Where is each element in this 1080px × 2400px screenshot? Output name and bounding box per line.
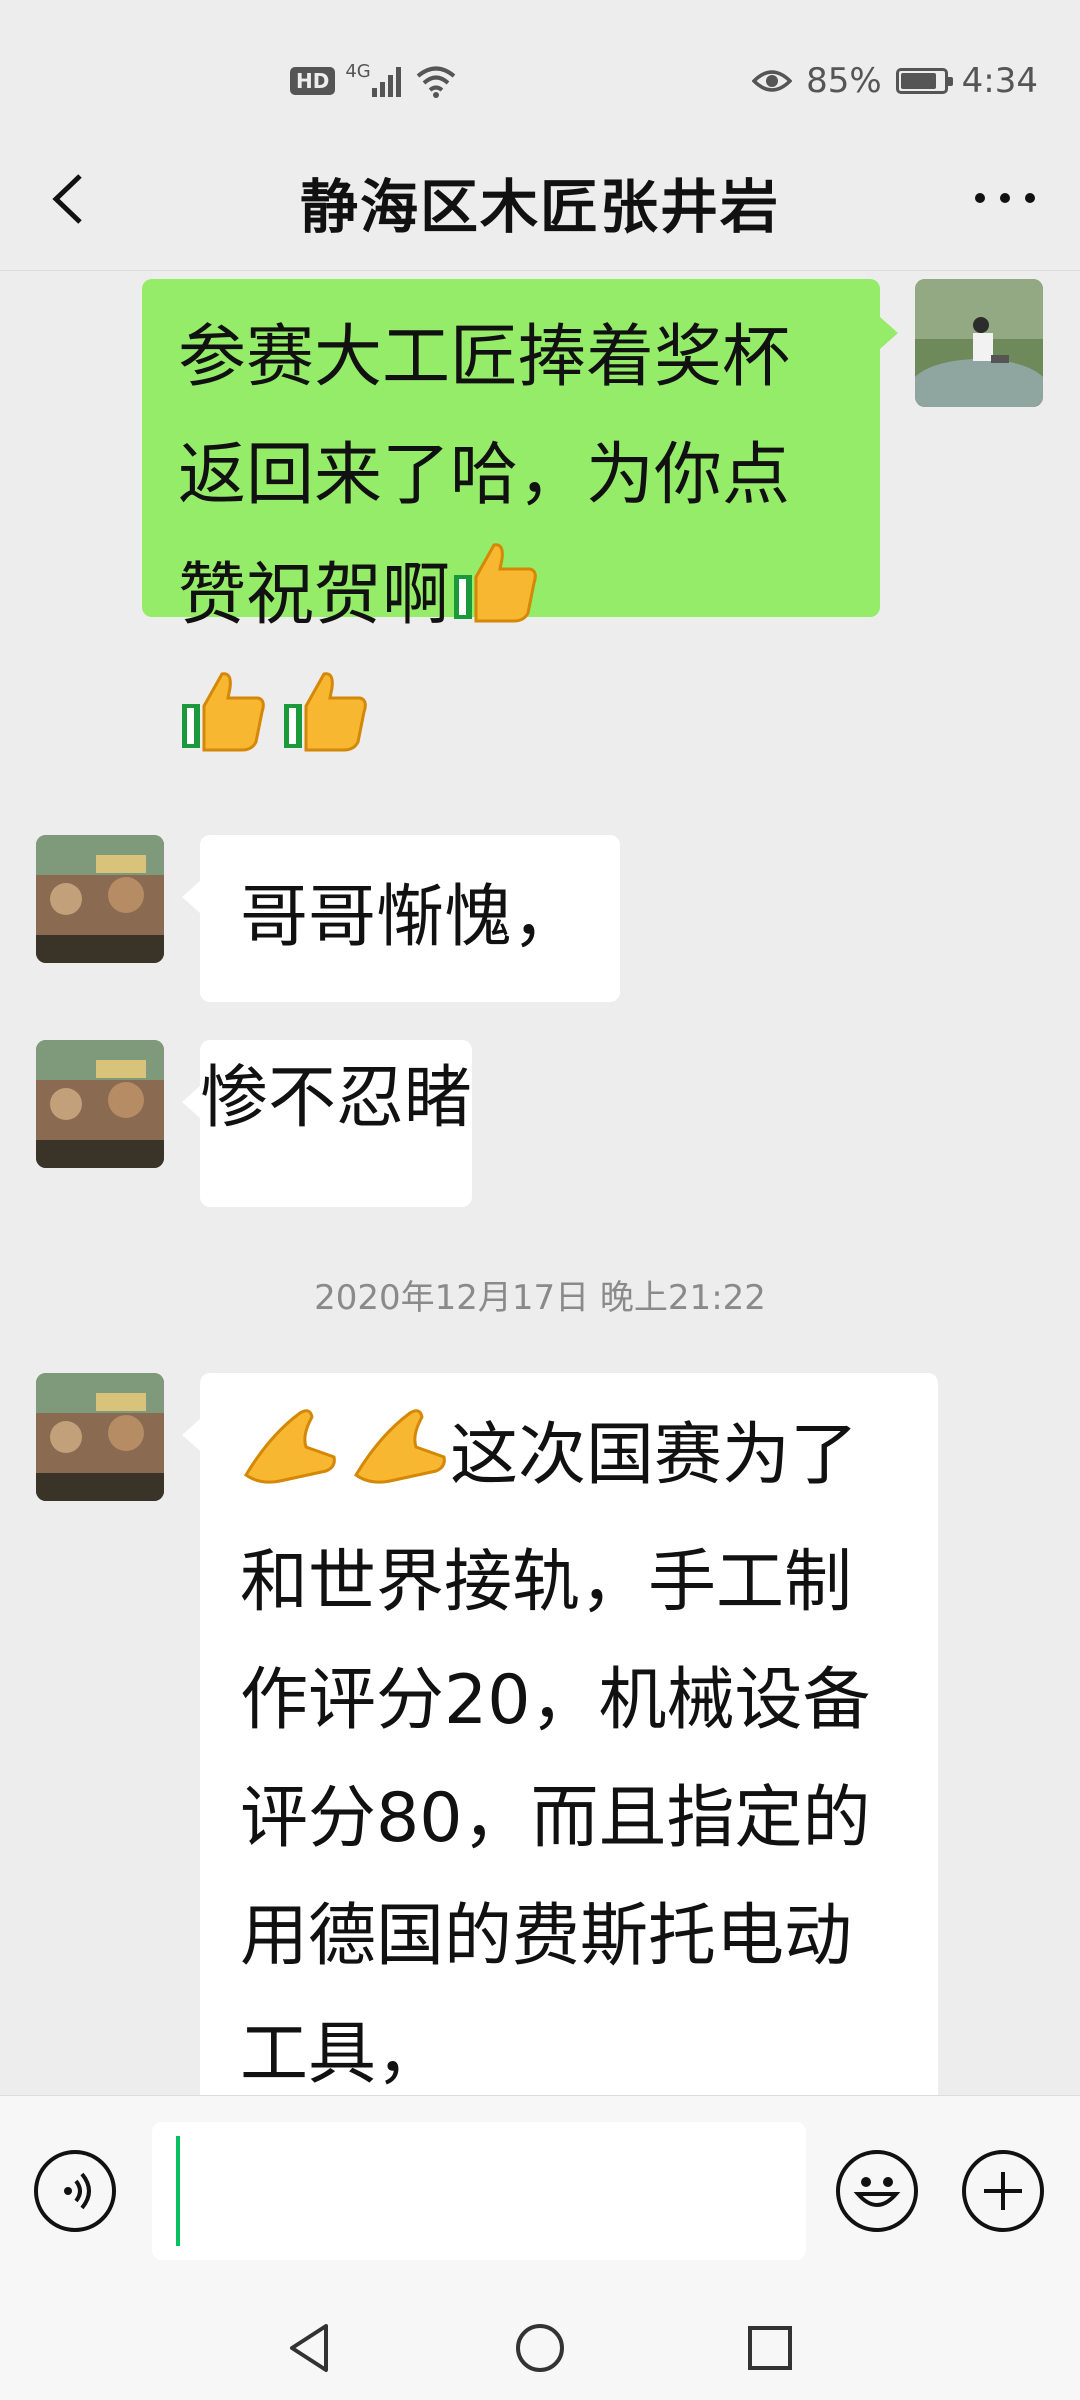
message-input[interactable] [152,2122,806,2260]
emoji-button[interactable] [836,2150,918,2232]
chat-title: 静海区木匠张井岩 [299,173,780,241]
thumbs-up-icon [178,664,270,793]
triangle-back-icon[interactable] [280,2318,340,2378]
input-bar [0,2095,1080,2296]
clock: 4:34 [961,61,1038,101]
wifi-icon [416,66,456,98]
avatar-photo [915,279,1043,407]
system-nav-bar [0,2296,1080,2400]
message-bubble-outgoing[interactable]: 参赛大工匠捧着奖杯返回来了哈，为你点赞祝贺啊 [142,279,898,752]
voice-icon [64,2172,91,2210]
plus-icon [984,2172,1022,2210]
hd-badge: HD [290,67,336,95]
battery-percent: 85% [806,61,882,101]
smiley-icon [853,2177,901,2207]
text-caret [176,2136,180,2246]
more-button[interactable] [970,178,1040,218]
circle-home-icon[interactable] [510,2318,570,2378]
message-list[interactable]: 参赛大工匠捧着奖杯返回来了哈，为你点赞祝贺啊 [0,271,1080,2095]
thumbs-up-icon [450,535,542,664]
status-right: 85% 4:34 [752,58,1038,104]
eye-icon [752,70,793,92]
more-dots-icon [975,193,1035,203]
signal-icon [371,67,401,97]
network-label: 4G [345,60,371,82]
plus-button[interactable] [962,2150,1044,2232]
chat-header: 静海区木匠张井岩 [0,130,1080,271]
thumbs-up-icon [280,664,372,793]
battery-icon [895,68,953,94]
status-left: HD 4G [290,58,457,104]
avatar-me[interactable] [915,279,1043,407]
voice-button[interactable] [34,2150,116,2232]
square-recent-icon[interactable] [740,2318,800,2378]
